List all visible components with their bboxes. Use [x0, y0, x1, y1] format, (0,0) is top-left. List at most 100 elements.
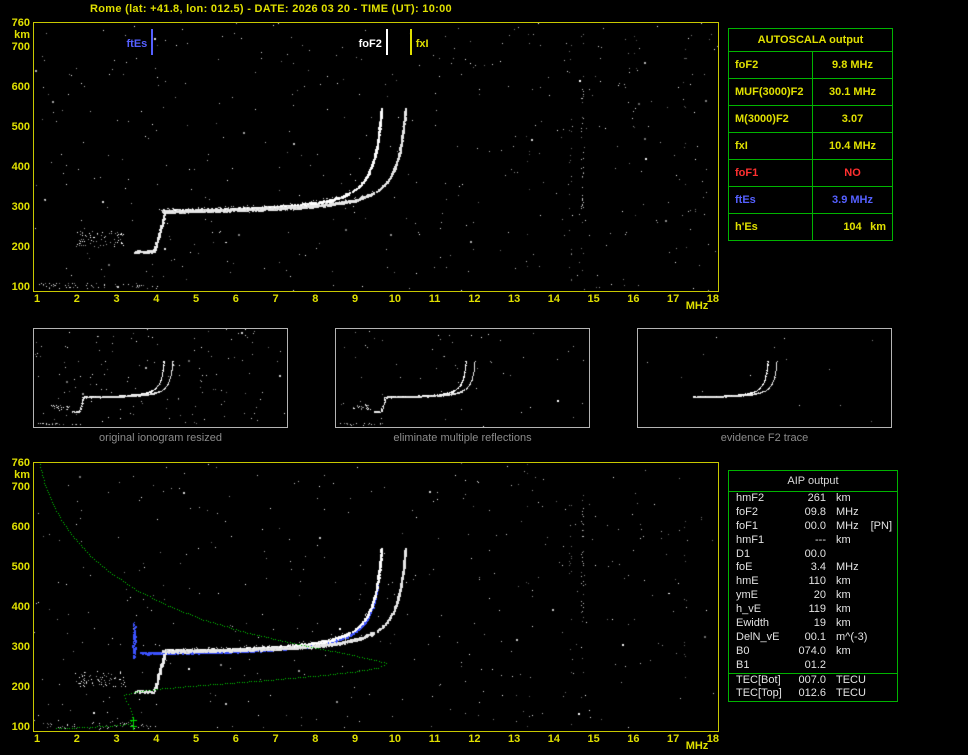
x-tick-label: 4: [153, 733, 160, 745]
autoscala-row-ftes: ftEs 3.9 MHz: [729, 187, 892, 214]
aip-row-value: 19: [813, 617, 826, 630]
aip-row-name: foF1: [736, 519, 759, 532]
x-tick-label: 17: [667, 733, 680, 745]
x-tick-label: 11: [428, 733, 441, 745]
autoscala-row-value: 3.07: [841, 113, 864, 125]
x-tick-label: 1: [33, 293, 41, 305]
aip-row-value: 09.8: [804, 505, 826, 518]
aip-row-value: 01.2: [804, 658, 826, 671]
profile-ionogram-plot: [33, 462, 719, 732]
aip-row-value: 074.0: [798, 644, 826, 657]
x-tick-label: 7: [272, 293, 279, 305]
x-tick-label: 6: [232, 293, 239, 305]
aip-row-value: 110: [808, 575, 826, 588]
aip-row-b0: B0 074.0 km: [729, 645, 897, 659]
autoscala-rows: foF2 9.8 MHz MUF(3000)F2 30.1 MHz M(3000)F2 3…: [729, 52, 892, 240]
x-tick-label: 8: [312, 733, 319, 745]
marker-ftes-label: ftEs: [111, 38, 148, 50]
aip-row-value: 3.4: [810, 561, 826, 574]
aip-row-name: Ewidth: [736, 617, 770, 630]
aip-row-tecbot: TEC[Bot] 007.0 TECU: [729, 672, 897, 688]
y-tick-label: 600: [11, 81, 30, 93]
aip-row-unit: km: [836, 644, 851, 657]
x-tick-label: 2: [73, 733, 80, 745]
aip-row-name: DelN_vE: [736, 630, 780, 643]
y-tick-label: 300: [11, 201, 30, 213]
autoscala-output-table: AUTOSCALA output foF2 9.8 MHz MUF(3000)F2 3…: [728, 28, 893, 241]
x-tick-label: 2: [73, 293, 80, 305]
aip-row-yme: ymE 20 km: [729, 589, 897, 603]
x-tick-label: 9: [352, 293, 359, 305]
aip-row-value: 20: [813, 589, 826, 602]
aip-row-hme: hmE 110 km: [729, 575, 897, 589]
x-tick-label: 3: [113, 733, 120, 745]
aip-row-unit: km: [836, 589, 851, 602]
marker-fxi-line: [409, 29, 412, 55]
y-tick-label: 100: [11, 281, 30, 293]
aip-row-fof1: foF1 00.0 MHz [PN]: [729, 520, 897, 534]
station-header: Rome (lat: +41.8, lon: 012.5) - DATE: 20…: [90, 3, 452, 15]
autoscala-window: Rome (lat: +41.8, lon: 012.5) - DATE: 20…: [0, 0, 968, 755]
autoscala-row-value: 9.8 MHz: [832, 59, 873, 71]
y-tick-label: 500: [11, 121, 30, 133]
y-tick-label: 200: [11, 681, 30, 693]
autoscala-row-fof1: foF1 NO: [729, 160, 892, 187]
x-tick-label: 16: [627, 733, 640, 745]
aip-row-name: D1: [736, 547, 751, 560]
aip-row-name: B1: [736, 658, 750, 671]
thumbnail-caption-f2: evidence F2 trace: [720, 432, 809, 444]
x-tick-label: 7: [272, 733, 279, 745]
autoscala-row-m3000f2: M(3000)F2 3.07: [729, 106, 892, 133]
aip-row-unit: MHz: [836, 561, 859, 574]
autoscala-row-label: foF2: [729, 52, 813, 78]
aip-row-foe: foE 3.4 MHz: [729, 561, 897, 575]
autoscala-row-value: 30.1 MHz: [828, 86, 877, 98]
autoscala-table-title: AUTOSCALA output: [729, 29, 892, 52]
autoscala-row-value: NO: [844, 167, 861, 179]
y-axis-unit: km: [14, 469, 30, 481]
aip-row-name: foE: [736, 561, 753, 574]
autoscala-row-label: h'Es: [729, 214, 813, 240]
aip-row-unit: m^(-3): [836, 630, 868, 643]
aip-row-value: 00.1: [804, 630, 826, 643]
aip-row-value: 00.0: [804, 519, 826, 532]
aip-row-value: 119: [808, 603, 826, 616]
x-tick-label: 4: [153, 293, 160, 305]
x-tick-label: 10: [388, 293, 401, 305]
y-tick-label: 400: [11, 161, 30, 173]
x-tick-label: 17: [667, 293, 680, 305]
marker-ftes-line: [151, 29, 154, 55]
x-tick-label: 13: [507, 733, 521, 745]
aip-row-name: ymE: [736, 589, 758, 602]
x-tick-label: 14: [547, 293, 560, 305]
ionogram-plot: [33, 22, 719, 292]
aip-row-unit: TECU: [836, 687, 866, 700]
autoscala-row-label: foF1: [729, 160, 813, 186]
aip-row-value: 261: [807, 492, 826, 504]
aip-row-unit: km: [836, 617, 851, 630]
aip-row-delnve: DelN_vE 00.1 m^(-3): [729, 631, 897, 645]
autoscala-row-fxi: fxI 10.4 MHz: [729, 133, 892, 160]
ionogram-canvas: [34, 23, 718, 291]
aip-row-hmf1: hmF1 --- km: [729, 534, 897, 548]
x-tick-label: 12: [468, 293, 481, 305]
aip-row-name: hmE: [736, 575, 759, 588]
y-tick-label: 700: [11, 41, 30, 53]
autoscala-row-label: ftEs: [729, 187, 813, 213]
x-tick-label: 10: [388, 733, 401, 745]
y-tick-label: 200: [11, 241, 30, 253]
aip-row-name: TEC[Bot]: [736, 673, 781, 686]
autoscala-row-fof2: foF2 9.8 MHz: [729, 52, 892, 79]
marker-fxi-label: fxI: [415, 38, 429, 50]
y-tick-label: 300: [11, 641, 30, 653]
aip-row-unit: MHz: [836, 519, 859, 532]
y-tick-label: 400: [11, 601, 30, 613]
autoscala-row-label: MUF(3000)F2: [729, 79, 813, 105]
aip-row-value: ---: [815, 533, 826, 546]
autoscala-row-hes: h'Es 104 km: [729, 214, 892, 240]
x-tick-label: 1: [33, 733, 41, 745]
autoscala-row-value: 3.9 MHz: [832, 194, 873, 206]
thumbnail-caption-original: original ionogram resized: [99, 432, 222, 444]
aip-row-note: [PN]: [870, 519, 893, 532]
x-tick-label: 8: [312, 293, 319, 305]
